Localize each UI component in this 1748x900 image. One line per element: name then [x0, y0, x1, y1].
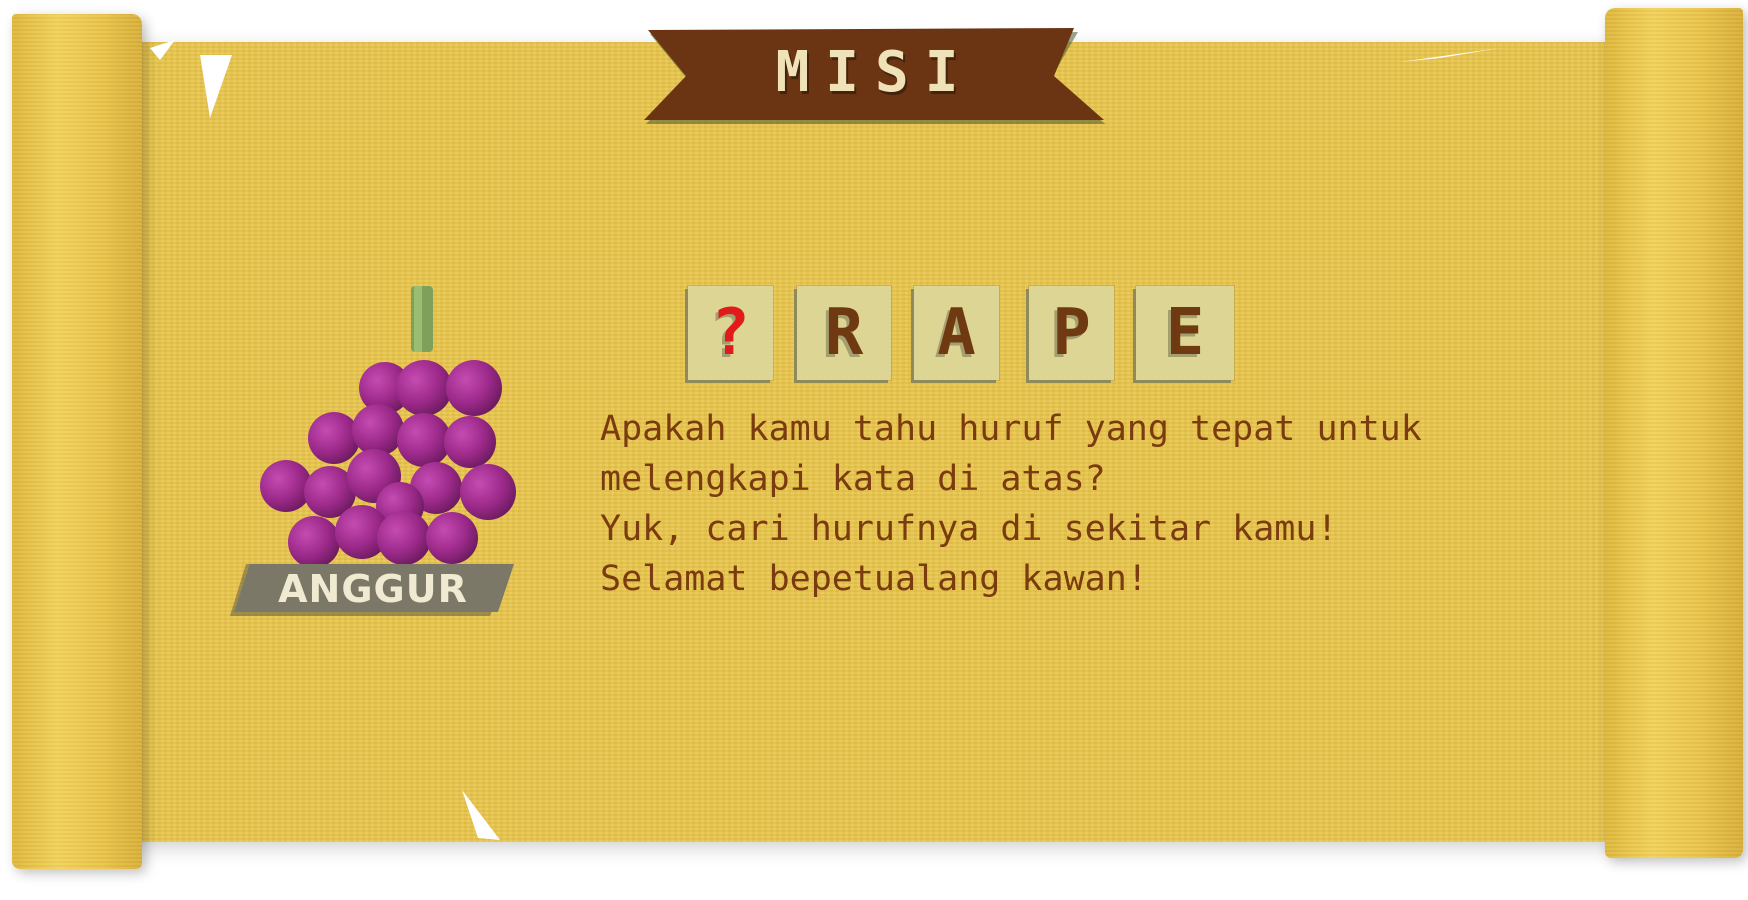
- description-line: Apakah kamu tahu huruf yang tepat untuk: [600, 409, 1422, 449]
- mission-banner: MISI: [640, 28, 1110, 124]
- letter-tile: P: [1029, 286, 1114, 380]
- letter-tile-missing[interactable]: ?: [688, 286, 773, 380]
- description-line: melengkapi kata di atas?: [600, 459, 1106, 499]
- letter-tile: R: [797, 286, 891, 380]
- mission-description: Apakah kamu tahu huruf yang tepat untuk …: [600, 404, 1460, 604]
- banner-title: MISI: [775, 39, 975, 105]
- mission-scroll-scene: MISI ? R A P E Apakah kamu tahu huruf ya…: [0, 0, 1748, 900]
- description-line: Selamat bepetualang kawan!: [600, 559, 1148, 599]
- description-line: Yuk, cari hurufnya di sekitar kamu!: [600, 509, 1338, 549]
- fruit-name-label: ANGGUR: [278, 567, 468, 611]
- letter-tile: E: [1136, 286, 1234, 380]
- letter-tile: A: [914, 286, 999, 380]
